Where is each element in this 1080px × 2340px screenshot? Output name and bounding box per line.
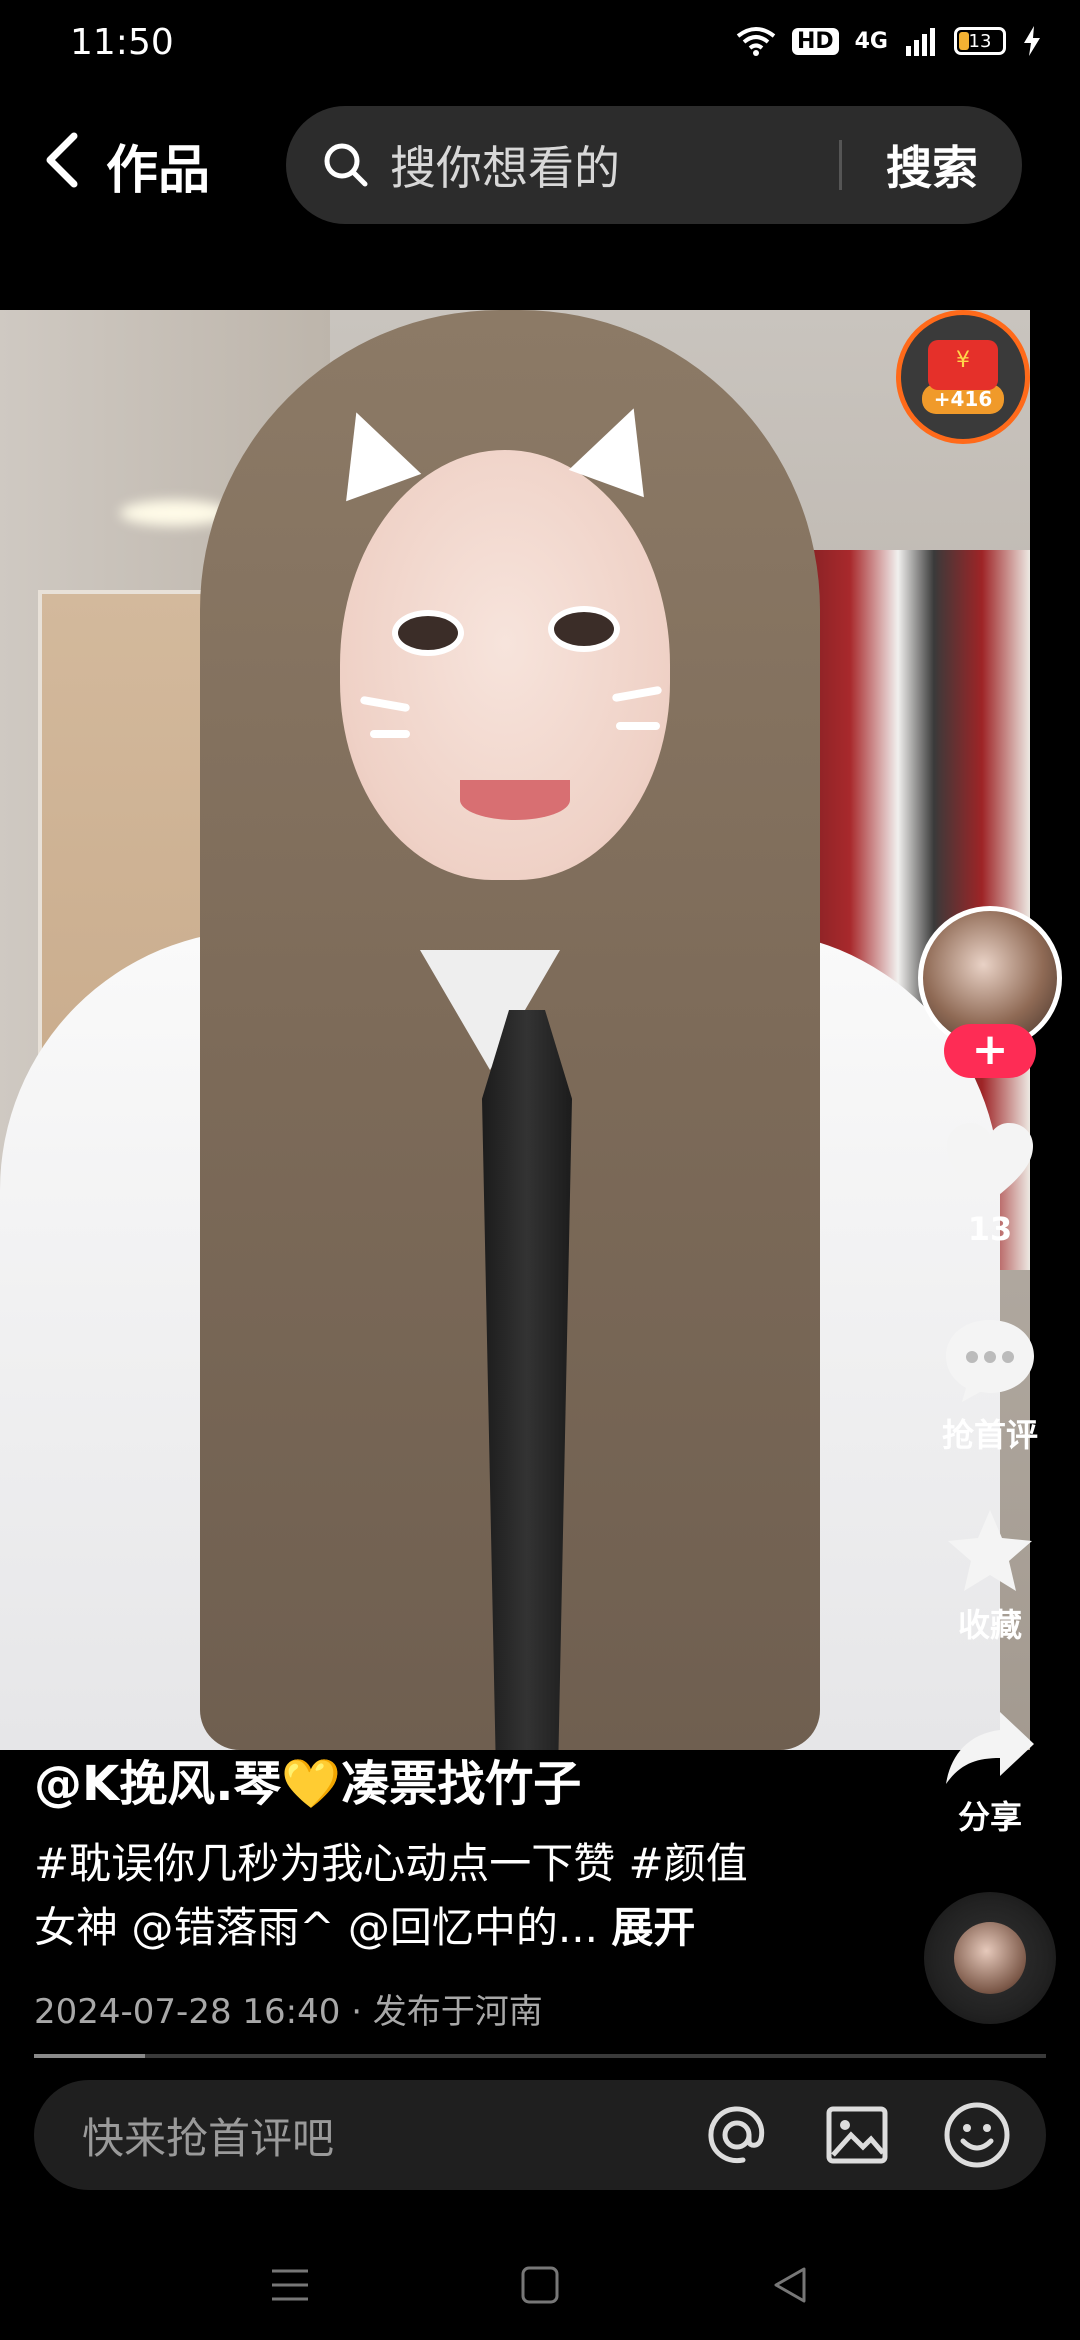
expand-button[interactable]: 展开 — [611, 1903, 695, 1952]
mention-button[interactable] — [702, 2100, 772, 2170]
chevron-left-icon — [46, 132, 78, 188]
back-button[interactable] — [36, 120, 96, 200]
comment-button[interactable]: 抢首评 — [930, 1316, 1050, 1456]
right-eye — [548, 606, 620, 652]
network-label: 4G — [854, 28, 888, 54]
music-disc[interactable] — [924, 1892, 1056, 2024]
video-progress-fill — [34, 2054, 146, 2058]
signal-icon — [906, 28, 935, 56]
red-packet-reward-button[interactable]: +416 — [896, 310, 1030, 444]
search-icon — [324, 143, 368, 187]
post-description: #耽误你几秒为我心动点一下赞 #颜值女神 @错落雨^ @回忆中的... 展开 — [34, 1832, 754, 1960]
menu-icon — [272, 2269, 308, 2301]
like-button[interactable]: 13 — [930, 1120, 1050, 1248]
heart-icon — [947, 1123, 1033, 1202]
comment-label: 抢首评 — [941, 1416, 1038, 1454]
share-arrow-icon — [946, 1712, 1034, 1784]
whisker-doodle — [370, 730, 410, 738]
share-button[interactable]: 分享 — [930, 1708, 1050, 1838]
left-eye — [392, 610, 464, 656]
at-icon — [708, 2106, 765, 2164]
status-icons: HD 4G 13 — [736, 26, 1042, 56]
back-nav-button[interactable] — [765, 2260, 815, 2310]
status-time: 11:50 — [70, 22, 174, 63]
home-nav-button[interactable] — [515, 2260, 565, 2310]
wifi-icon — [736, 27, 776, 56]
follow-button[interactable]: + — [944, 1024, 1036, 1078]
page-title: 作品 — [106, 141, 211, 201]
share-label: 分享 — [957, 1798, 1022, 1836]
video-player[interactable] — [0, 310, 1030, 1750]
search-button[interactable]: 搜索 — [842, 132, 1022, 198]
square-home-icon — [521, 2266, 559, 2304]
music-cover — [954, 1922, 1026, 1994]
favorite-button[interactable]: 收藏 — [930, 1506, 1050, 1646]
emoji-button[interactable] — [942, 2100, 1012, 2170]
charging-icon — [1024, 26, 1040, 56]
video-progress-bar[interactable] — [34, 2054, 1046, 2058]
post-meta: 2024-07-28 16:40 · 发布于河南 — [34, 1992, 543, 2032]
comment-bubble-icon — [946, 1320, 1034, 1402]
image-button[interactable] — [822, 2100, 892, 2170]
emoji-icon — [944, 2102, 1010, 2168]
system-nav-bar — [0, 2230, 1080, 2340]
red-envelope-icon — [928, 340, 998, 390]
whisker-doodle — [616, 722, 660, 730]
like-count: 13 — [967, 1210, 1013, 1248]
mouth — [460, 780, 570, 820]
star-icon — [948, 1510, 1032, 1591]
search-input[interactable]: 搜你想看的 — [390, 132, 839, 198]
image-icon — [826, 2106, 888, 2164]
triangle-back-icon — [774, 2267, 806, 2303]
menu-nav-button[interactable] — [265, 2260, 315, 2310]
author-name[interactable]: @K挽风.琴💛凑票找竹子 — [34, 1744, 581, 1814]
search-bar[interactable]: 搜你想看的 搜索 — [286, 106, 1022, 224]
comment-input-bar[interactable]: 快来抢首评吧 — [34, 2080, 1046, 2190]
comment-input[interactable]: 快来抢首评吧 — [82, 2105, 702, 2166]
battery-icon: 13 — [954, 27, 1006, 55]
black-tie — [482, 1010, 572, 1750]
favorite-label: 收藏 — [957, 1606, 1022, 1644]
hd-badge: HD — [791, 27, 839, 55]
